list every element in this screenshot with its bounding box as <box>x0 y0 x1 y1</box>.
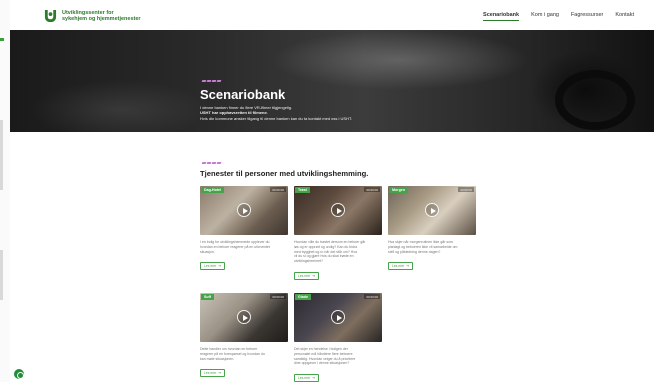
read-more-button[interactable]: Les mer ➔ <box>200 369 226 378</box>
desc-line: kan møte situasjonen. <box>200 356 235 361</box>
hero-background <box>270 30 530 90</box>
left-edge-marker <box>0 38 4 41</box>
play-icon[interactable] <box>237 310 251 324</box>
video-duration: 00:00:00 <box>458 187 474 192</box>
scenario-card: Trøst 00:00:00 Hvordan ville du trøstet … <box>294 186 382 282</box>
hero-text-line: Hvis din kommune ønsker tilgang til denn… <box>200 115 353 121</box>
card-description: Hva skjer når morgenrutinen ikke går som… <box>388 240 476 254</box>
play-icon[interactable] <box>331 310 345 324</box>
video-tag: Morgen <box>389 187 408 193</box>
arrow-right-icon: ➔ <box>218 264 222 269</box>
hero-title: Scenariobank <box>200 87 286 102</box>
button-label: Les mer <box>392 264 405 269</box>
desc-line: situasjon. <box>200 249 215 254</box>
scenario-card: Glade 00:00:00 Det skjer en hendelse i b… <box>294 293 382 382</box>
button-label: Les mer <box>298 273 311 278</box>
scenario-card: Dag-Hotel 00:00:00 I en bolig for utvikl… <box>200 186 288 272</box>
arrow-right-icon: ➔ <box>312 273 316 278</box>
arrow-right-icon: ➔ <box>312 376 316 381</box>
card-description: Dette handler om hvordan en beboer reage… <box>200 347 288 361</box>
card-description: Hvordan ville du trøstet dersom en beboe… <box>294 240 382 264</box>
scenario-card: Morgen 00:00:00 Hva skjer når morgenruti… <box>388 186 476 272</box>
read-more-button[interactable]: Les mer ➔ <box>294 271 320 280</box>
logo-text: Utviklingssenter for sykehjem og hjemmet… <box>62 10 141 22</box>
site-header: Utviklingssenter for sykehjem og hjemmet… <box>10 0 654 30</box>
read-more-button[interactable]: Les mer ➔ <box>294 374 320 382</box>
scenario-card: Suff 00:00:00 Dette handler om hvordan e… <box>200 293 288 379</box>
play-icon[interactable] <box>425 203 439 217</box>
video-thumbnail[interactable]: Suff 00:00:00 <box>200 293 288 342</box>
site-logo[interactable]: Utviklingssenter for sykehjem og hjemmet… <box>44 9 141 23</box>
hero-accent-dots <box>201 80 222 82</box>
desc-line: dine oppgaver i denne situasjonen? <box>294 361 350 366</box>
video-duration: 00:00:00 <box>364 187 380 192</box>
video-thumbnail[interactable]: Trøst 00:00:00 <box>294 186 382 235</box>
hero-vr-headset-shape <box>555 70 635 130</box>
video-duration: 00:00:00 <box>364 294 380 299</box>
desc-line: stell og påkledning denne dagen? <box>388 249 441 254</box>
desc-line: utviklingshemmet? <box>294 259 323 264</box>
section-title: Tjenester til personer med utviklingshem… <box>200 169 369 178</box>
section-accent-dots <box>201 162 222 164</box>
nav-fagressurser[interactable]: Fagressurser <box>571 12 603 21</box>
video-thumbnail[interactable]: Dag-Hotel 00:00:00 <box>200 186 288 235</box>
button-label: Les mer <box>204 264 217 269</box>
video-thumbnail[interactable]: Morgen 00:00:00 <box>388 186 476 235</box>
button-label: Les mer <box>298 376 311 381</box>
left-edge-shadow <box>0 250 3 300</box>
nav-scenariobank[interactable]: Scenariobank <box>483 12 520 21</box>
play-icon[interactable] <box>237 203 251 217</box>
accessibility-icon[interactable] <box>14 369 24 379</box>
hero-background <box>30 80 210 132</box>
hero-description: I denne banken finner du flere VR-filmer… <box>200 105 460 121</box>
card-description: I en bolig for utviklingshemmede oppleve… <box>200 240 288 254</box>
hero-banner: Scenariobank I denne banken finner du fl… <box>10 30 654 132</box>
left-edge-strip <box>0 0 10 382</box>
video-duration: 00:00:00 <box>270 187 286 192</box>
nav-kontakt[interactable]: Kontakt <box>615 12 634 21</box>
button-label: Les mer <box>204 371 217 376</box>
play-icon[interactable] <box>331 203 345 217</box>
card-description: Det skjer en hendelse i boligen der pers… <box>294 347 382 366</box>
logo-line2: sykehjem og hjemmetjenester <box>62 16 141 22</box>
read-more-button[interactable]: Les mer ➔ <box>200 262 226 271</box>
main-nav: Scenariobank Kom i gang Fagressurser Kon… <box>483 12 634 21</box>
arrow-right-icon: ➔ <box>406 264 410 269</box>
video-tag: Suff <box>201 294 214 300</box>
left-edge-shadow <box>0 120 3 190</box>
video-tag: Dag-Hotel <box>201 187 224 193</box>
read-more-button[interactable]: Les mer ➔ <box>388 262 414 271</box>
video-duration: 00:00:00 <box>270 294 286 299</box>
logo-icon <box>44 9 57 23</box>
nav-kom-i-gang[interactable]: Kom i gang <box>531 12 559 21</box>
video-tag: Trøst <box>295 187 310 193</box>
video-thumbnail[interactable]: Glade 00:00:00 <box>294 293 382 342</box>
arrow-right-icon: ➔ <box>218 371 222 376</box>
video-tag: Glade <box>295 294 311 300</box>
page: Utviklingssenter for sykehjem og hjemmet… <box>10 0 654 382</box>
